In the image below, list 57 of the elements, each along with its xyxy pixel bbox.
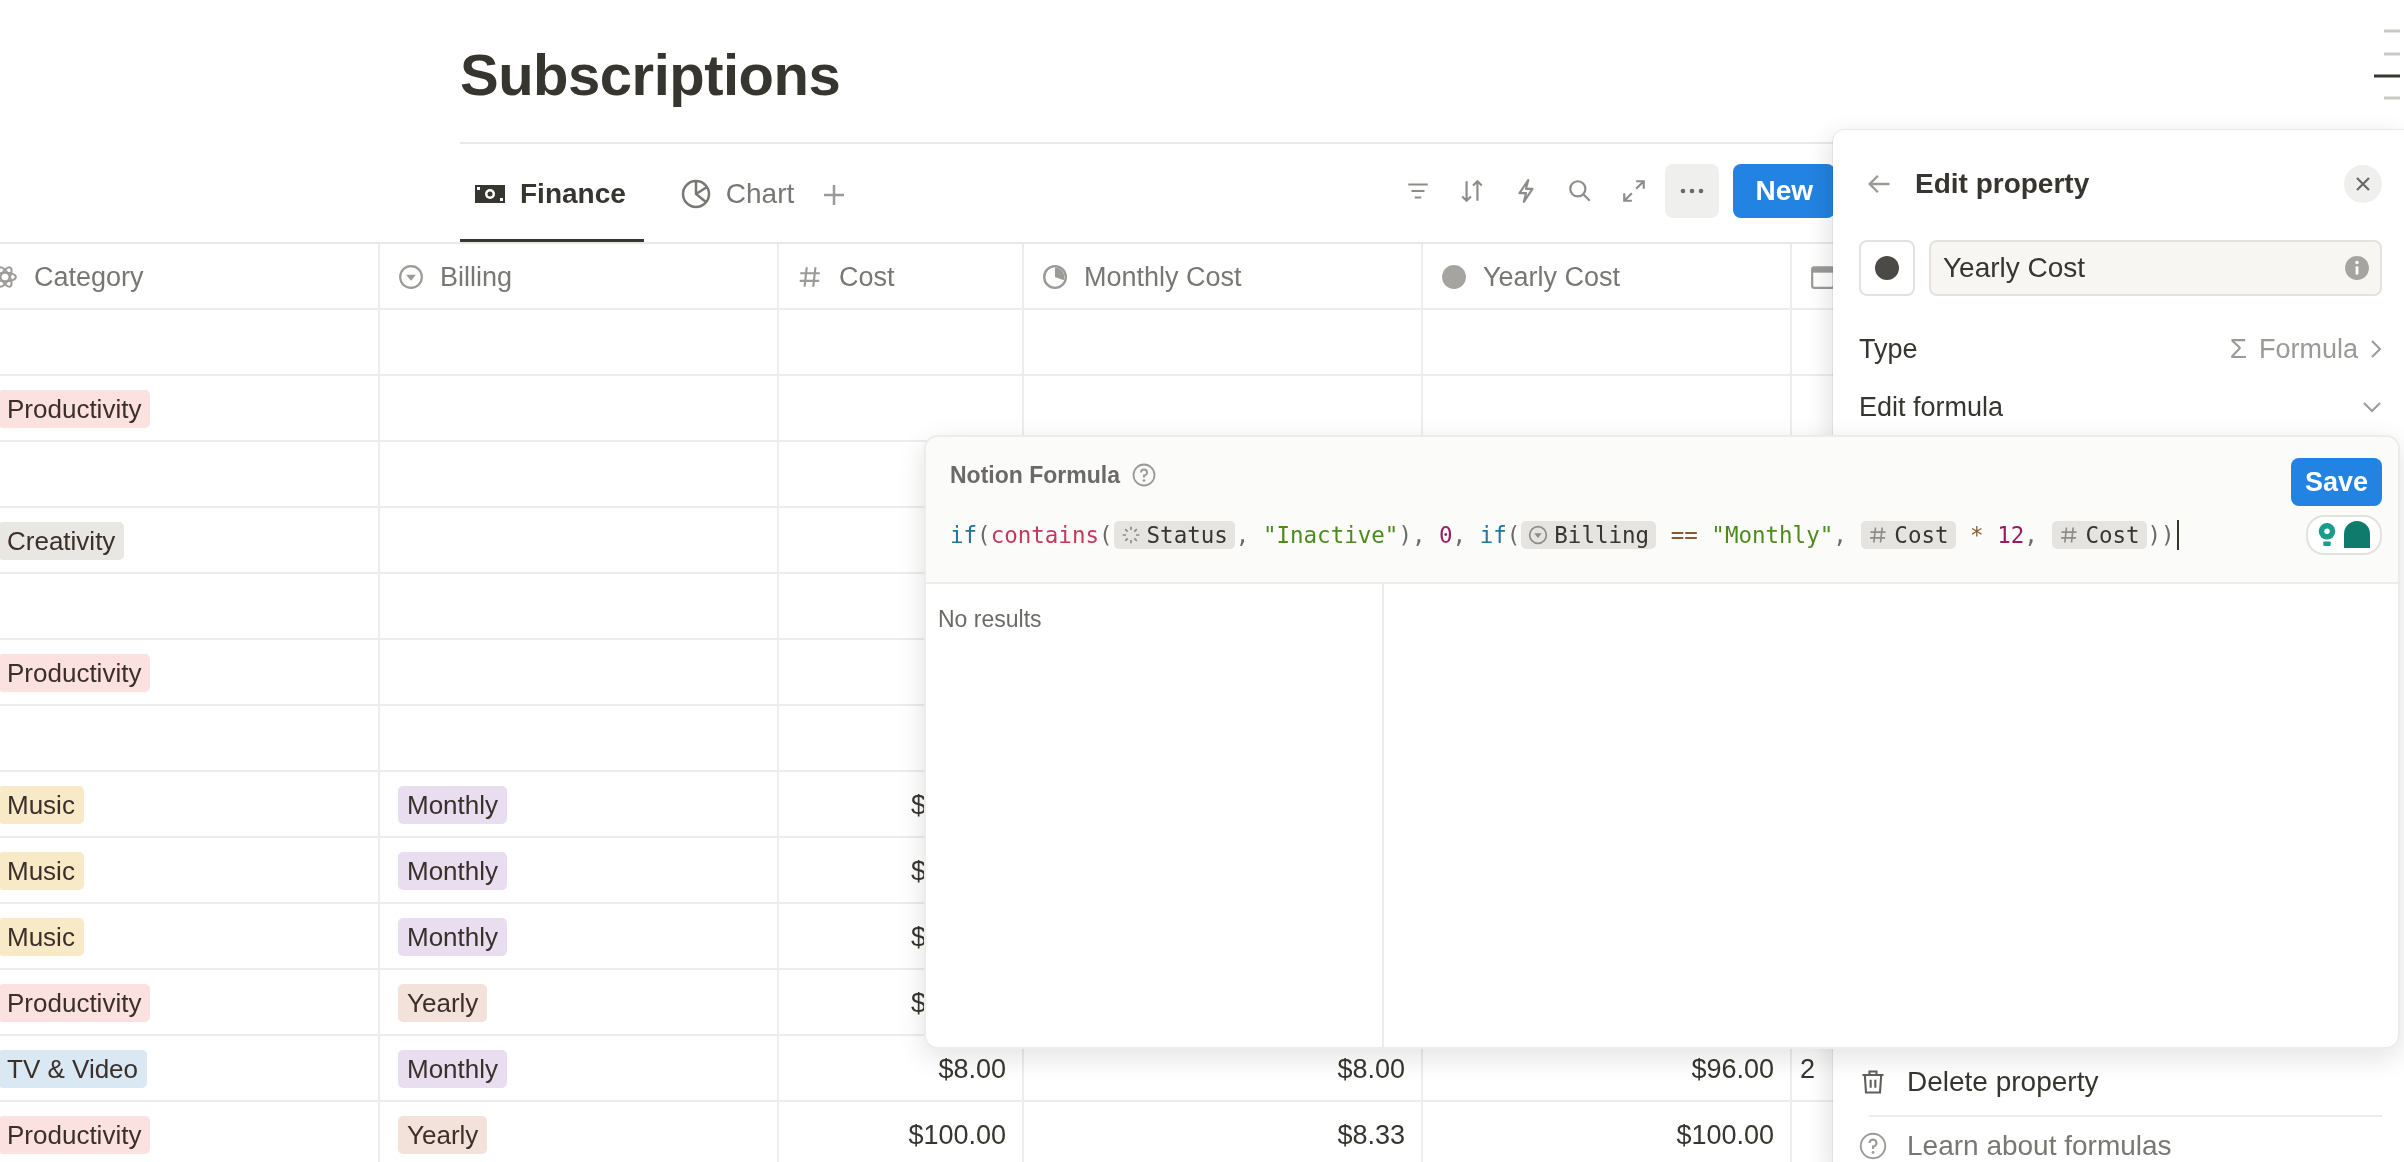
code-text: * <box>1969 522 1985 548</box>
editor-title: Notion Formula <box>950 461 1120 489</box>
code-text: if <box>950 522 978 548</box>
billing-tag: Monthly <box>398 1050 508 1088</box>
billing-tag: Yearly <box>398 984 488 1022</box>
cell-text: $100.00 <box>1676 1119 1774 1151</box>
category-tag: Productivity <box>0 390 151 428</box>
column-label: Yearly Cost <box>1483 261 1621 293</box>
code-text: ( <box>977 522 991 548</box>
code-text: "Inactive" <box>1262 522 1399 548</box>
category-tag: Music <box>0 918 84 956</box>
code-text: , <box>1235 522 1251 548</box>
column-label: Cost <box>839 261 895 293</box>
code-text: ( <box>1099 522 1113 548</box>
page-title: Subscriptions <box>460 41 842 109</box>
cell-text: 2 <box>1800 1053 1816 1085</box>
category-tag: Productivity <box>0 1116 151 1154</box>
chip-label: Cost <box>1894 522 1949 548</box>
billing-tag: Yearly <box>398 1116 488 1154</box>
billing-tag: Monthly <box>398 852 508 890</box>
code-text: contains <box>990 522 1099 548</box>
code-text: , <box>1452 522 1468 548</box>
code-text: 12 <box>1997 522 2025 548</box>
edit-formula-label: Edit formula <box>1859 391 2004 423</box>
code-text: if <box>1479 522 1507 548</box>
cell-text: $8.33 <box>1337 1119 1405 1151</box>
category-tag: Productivity <box>0 984 151 1022</box>
code-text: == <box>1669 522 1699 548</box>
cell-text: $96.00 <box>1691 1053 1774 1085</box>
panel-title: Edit property <box>1915 168 2091 200</box>
column-label: Monthly Cost <box>1084 261 1242 293</box>
cell-text: $8.00 <box>938 1053 1006 1085</box>
column-label: Category <box>34 261 144 293</box>
chip-label: Cost <box>2085 522 2140 548</box>
chip-label: Status <box>1146 522 1228 548</box>
category-tag: Creativity <box>0 522 125 560</box>
chip-label: Billing <box>1554 522 1650 548</box>
code-text: )) <box>2147 522 2175 548</box>
sigma-symbol: Σ <box>2229 333 2247 365</box>
code-text: 0 <box>1439 522 1453 548</box>
code-text: "Monthly" <box>1711 522 1834 548</box>
category-tag: Productivity <box>0 654 151 692</box>
category-tag: TV & Video <box>0 1050 148 1088</box>
type-value: Formula <box>2258 333 2358 365</box>
code-text: , <box>2024 522 2039 548</box>
no-results-text: No results <box>938 606 1042 632</box>
column-label: Billing <box>440 261 513 293</box>
category-tag: Music <box>0 852 84 890</box>
code-text: ), <box>1398 522 1427 548</box>
billing-tag: Monthly <box>398 918 508 956</box>
cell-text: $100.00 <box>908 1119 1006 1151</box>
code-text: , <box>1833 522 1848 548</box>
category-tag: Music <box>0 786 84 824</box>
type-label: Type <box>1859 333 1918 365</box>
code-text: ( <box>1506 522 1521 548</box>
cell-text: $8.00 <box>1337 1053 1405 1085</box>
billing-tag: Monthly <box>398 786 508 824</box>
